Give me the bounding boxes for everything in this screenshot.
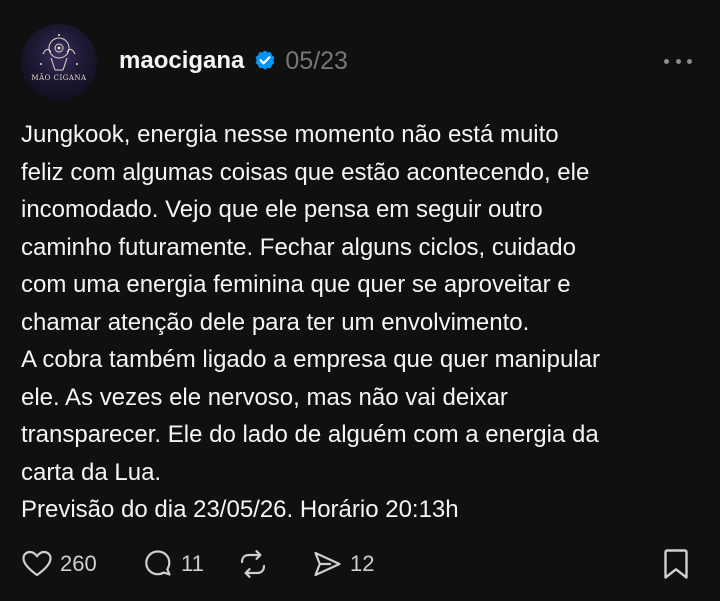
like-count: 260	[60, 551, 97, 576]
bookmark-icon	[664, 549, 688, 579]
post-text: Jungkook, energia nesse momento não está…	[21, 116, 701, 529]
avatar-emblem-icon	[40, 34, 78, 71]
avatar-logo-text: MÃO CIGANA	[31, 74, 87, 82]
share-count: 12	[350, 551, 375, 576]
post-text-line: A cobra também ligado a empresa que quer…	[21, 346, 600, 373]
post-text-line: Previsão do dia 23/05/26. Horário 20:13h	[21, 496, 459, 523]
post-text-line: com uma energia feminina que quer se apr…	[21, 271, 571, 298]
post-actions: 260 11 12	[21, 544, 701, 584]
reply-count: 11	[181, 551, 204, 576]
more-icon[interactable]	[664, 52, 692, 70]
like-button[interactable]: 260	[21, 544, 97, 584]
heart-icon	[22, 550, 52, 577]
send-icon	[314, 551, 341, 577]
repost-icon	[240, 550, 266, 578]
verified-badge-icon	[253, 49, 277, 73]
post-text-line: ele. As vezes ele nervoso, mas não vai d…	[21, 383, 508, 411]
post-date: 05/23	[285, 46, 348, 75]
post-text-line: feliz com algumas coisas que estão acont…	[21, 158, 590, 186]
post-header: maocigana 05/23	[119, 44, 348, 78]
repost-button[interactable]	[237, 544, 276, 584]
post-text-line: Jungkook, energia nesse momento não está…	[21, 121, 559, 148]
comment-icon	[145, 550, 171, 576]
post-text-line: chamar atenção dele para ter um envolvim…	[21, 308, 530, 336]
reply-button[interactable]: 11	[142, 544, 204, 584]
thread-post: MÃO CIGANA maocigana 05/23 Jungkook, ene…	[0, 0, 720, 601]
username[interactable]: maocigana	[119, 47, 244, 75]
post-text-line: incomodado. Vejo que ele pensa em seguir…	[21, 196, 543, 223]
post-text-line: carta da Lua.	[21, 458, 162, 486]
share-button[interactable]: 12	[311, 544, 374, 584]
post-text-line: caminho futuramente. Fechar alguns ciclo…	[21, 233, 576, 261]
avatar[interactable]: MÃO CIGANA	[21, 24, 97, 100]
save-button[interactable]	[661, 544, 691, 584]
post-text-line: transparecer. Ele do lado de alguém com …	[21, 421, 599, 448]
